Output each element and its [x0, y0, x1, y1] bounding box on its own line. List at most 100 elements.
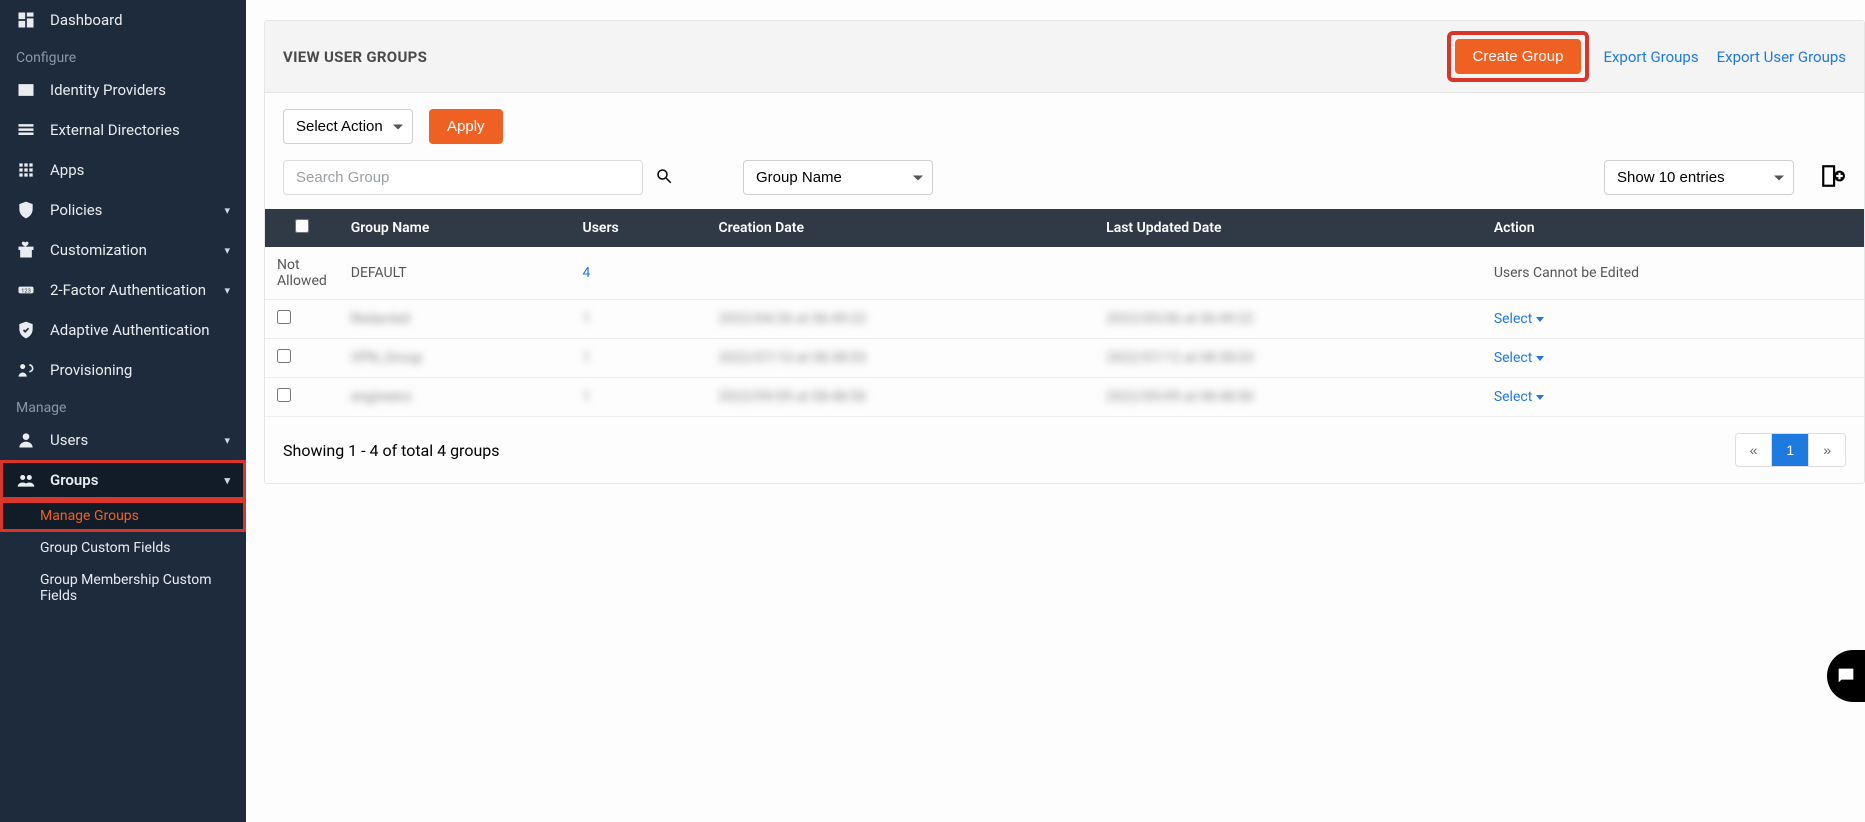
- toolbar-row-1: Select Action Apply: [265, 93, 1864, 160]
- sidebar-item-dashboard[interactable]: Dashboard: [0, 0, 246, 40]
- row-checkbox[interactable]: [277, 310, 291, 324]
- row-action-select[interactable]: Select: [1494, 389, 1544, 405]
- chevron-down-icon: ▾: [224, 244, 230, 257]
- table-row: Redacted 1 2022/04/26 at 06:49:22 2022/05/0…: [265, 300, 1864, 339]
- main-content: VIEW USER GROUPS Create Group Export Gro…: [246, 0, 1865, 822]
- cell-group-name: Redacted: [351, 311, 410, 327]
- export-groups-link[interactable]: Export Groups: [1603, 48, 1698, 66]
- user-icon: [16, 430, 36, 450]
- table-row: VPN_Group 1 2022/07/10 at 08:38:03 2022/07/…: [265, 339, 1864, 378]
- cell-creation-date: 2022/09/09 at 08:48:50: [718, 389, 866, 405]
- pagination: « 1 »: [1735, 433, 1846, 467]
- row-checkbox[interactable]: [277, 349, 291, 363]
- sidebar-label: Identity Providers: [50, 81, 166, 99]
- table-header: Group Name Users Creation Date Last Upda…: [265, 209, 1864, 247]
- row-action-select[interactable]: Select: [1494, 350, 1544, 366]
- cell-users: 1: [583, 389, 591, 405]
- panel-header: VIEW USER GROUPS Create Group Export Gro…: [265, 21, 1864, 93]
- show-entries-wrap: Show 10 entries: [1604, 160, 1794, 195]
- sidebar-sub-manage-groups[interactable]: Manage Groups: [0, 500, 246, 532]
- sidebar-sub-group-custom-fields[interactable]: Group Custom Fields: [0, 532, 246, 564]
- sidebar-label: Policies: [50, 201, 102, 219]
- cell-group-name: VPN_Group: [351, 350, 423, 366]
- row-action-text: Users Cannot be Edited: [1482, 247, 1864, 300]
- cell-last-updated: 2022/05/06 at 06:49:22: [1106, 311, 1254, 327]
- sidebar-section-configure: Configure: [0, 40, 246, 70]
- sidebar-item-provisioning[interactable]: Provisioning: [0, 350, 246, 390]
- chevron-down-icon: ▾: [224, 204, 230, 217]
- sidebar-item-groups[interactable]: Groups ▾: [0, 460, 246, 500]
- svg-text:123: 123: [21, 289, 31, 295]
- dashboard-icon: [16, 10, 36, 30]
- table-row: Not Allowed DEFAULT 4 Users Cannot be Edite…: [265, 247, 1864, 300]
- sidebar-label: Users: [50, 431, 88, 449]
- cell-last-updated: 2022/09/09 at 08:48:50: [1106, 389, 1254, 405]
- table-row: engineers 1 2022/09/09 at 08:48:50 2022/09/…: [265, 378, 1864, 417]
- sidebar-label: 2-Factor Authentication: [50, 281, 206, 299]
- sidebar-item-2fa[interactable]: 123 2-Factor Authentication ▾: [0, 270, 246, 310]
- toolbar-row-2: Group Name Show 10 entries: [265, 160, 1864, 209]
- add-column-icon[interactable]: [1820, 163, 1846, 193]
- show-entries-dropdown[interactable]: Show 10 entries: [1604, 160, 1794, 195]
- select-all-checkbox[interactable]: [295, 219, 309, 233]
- pager-next[interactable]: »: [1808, 434, 1845, 466]
- search-group-input[interactable]: [283, 160, 643, 195]
- panel-actions: Create Group Export Groups Export User G…: [1451, 35, 1846, 78]
- chevron-down-icon: ▾: [224, 434, 230, 447]
- group-name-filter-dropdown[interactable]: Group Name: [743, 160, 933, 195]
- select-action-wrap: Select Action: [283, 109, 413, 144]
- row-action-select[interactable]: Select: [1494, 311, 1544, 327]
- sidebar-section-manage: Manage: [0, 390, 246, 420]
- row-checkbox-disabled: Not Allowed: [265, 247, 339, 300]
- id-card-icon: [16, 80, 36, 100]
- groups-icon: [16, 470, 36, 490]
- sidebar-item-adaptive-auth[interactable]: Adaptive Authentication: [0, 310, 246, 350]
- gift-icon: [16, 240, 36, 260]
- cell-users: 1: [583, 311, 591, 327]
- shield-check-icon: [16, 320, 36, 340]
- sidebar-label: Dashboard: [50, 11, 123, 29]
- page-title: VIEW USER GROUPS: [283, 48, 427, 66]
- col-group-name[interactable]: Group Name: [339, 209, 571, 247]
- col-users[interactable]: Users: [571, 209, 707, 247]
- cell-last-updated: 2022/07/12 at 08:38:03: [1106, 350, 1254, 366]
- col-last-updated[interactable]: Last Updated Date: [1094, 209, 1482, 247]
- col-action: Action: [1482, 209, 1864, 247]
- cell-users: 1: [583, 350, 591, 366]
- create-group-button[interactable]: Create Group: [1455, 39, 1582, 74]
- shield-icon: [16, 200, 36, 220]
- sidebar-sub-group-membership-custom-fields[interactable]: Group Membership Custom Fields: [0, 564, 246, 612]
- table-footer: Showing 1 - 4 of total 4 groups « 1 »: [265, 417, 1864, 483]
- sidebar-label: Adaptive Authentication: [50, 321, 210, 339]
- cell-creation-date: 2022/04/26 at 06:49:22: [718, 311, 866, 327]
- col-creation-date[interactable]: Creation Date: [706, 209, 1094, 247]
- list-icon: [16, 120, 36, 140]
- table-body: Not Allowed DEFAULT 4 Users Cannot be Edite…: [265, 247, 1864, 417]
- pager-page-1[interactable]: 1: [1771, 434, 1808, 466]
- export-user-groups-link[interactable]: Export User Groups: [1717, 48, 1846, 66]
- row-checkbox[interactable]: [277, 388, 291, 402]
- select-action-dropdown[interactable]: Select Action: [283, 109, 413, 144]
- cell-group-name: DEFAULT: [351, 265, 407, 281]
- sidebar-label: Provisioning: [50, 361, 132, 379]
- sidebar-item-policies[interactable]: Policies ▾: [0, 190, 246, 230]
- chevron-down-icon: ▾: [224, 474, 230, 487]
- sidebar-label: Groups: [50, 471, 98, 489]
- sidebar-item-customization[interactable]: Customization ▾: [0, 230, 246, 270]
- sidebar-item-identity-providers[interactable]: Identity Providers: [0, 70, 246, 110]
- sidebar-item-users[interactable]: Users ▾: [0, 420, 246, 460]
- sidebar: Dashboard Configure Identity Providers E…: [0, 0, 246, 822]
- caret-down-icon: [1536, 317, 1544, 322]
- search-group-wrap: [283, 160, 673, 195]
- pager-prev[interactable]: «: [1736, 434, 1772, 466]
- cell-group-name: engineers: [351, 389, 412, 405]
- cell-users[interactable]: 4: [583, 265, 591, 281]
- cell-creation-date: 2022/07/10 at 08:38:03: [718, 350, 866, 366]
- search-icon[interactable]: [655, 167, 673, 189]
- pin-icon: 123: [16, 280, 36, 300]
- sidebar-item-external-directories[interactable]: External Directories: [0, 110, 246, 150]
- user-sync-icon: [16, 360, 36, 380]
- sidebar-item-apps[interactable]: Apps: [0, 150, 246, 190]
- create-group-highlight: Create Group: [1451, 35, 1586, 78]
- apply-button[interactable]: Apply: [429, 109, 503, 144]
